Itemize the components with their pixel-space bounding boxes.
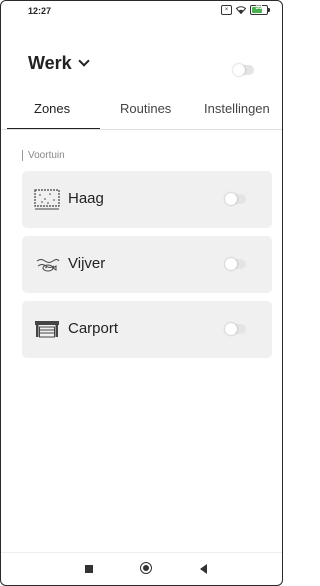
zone-card-haag[interactable]: Haag — [22, 171, 272, 228]
zone-name: Carport — [68, 320, 119, 337]
battery-icon: 33 — [250, 5, 270, 15]
location-toggle[interactable] — [233, 64, 254, 76]
wifi-icon — [236, 6, 246, 14]
chevron-down-icon — [78, 55, 90, 67]
zone-toggle[interactable] — [225, 258, 246, 270]
zone-name: Vijver — [68, 255, 106, 272]
zone-name: Haag — [68, 190, 104, 207]
back-icon[interactable] — [200, 564, 207, 574]
phone-screen: 12:27 × 33 Werk Zones Routines Instellin… — [0, 0, 283, 586]
zone-toggle[interactable] — [225, 193, 246, 205]
tab-routines[interactable]: Routines — [120, 101, 171, 116]
zone-card-carport[interactable]: Carport — [22, 301, 272, 358]
zone-card-vijver[interactable]: Vijver — [22, 236, 272, 293]
tab-zones[interactable]: Zones — [34, 101, 70, 116]
hedge-icon — [34, 189, 60, 210]
system-nav-bar — [1, 552, 282, 585]
page-title: Werk — [28, 53, 72, 73]
section-label: Voortuin — [22, 150, 65, 161]
system-icons: × 33 — [221, 5, 270, 15]
zone-toggle[interactable] — [225, 323, 246, 335]
status-time: 12:27 — [28, 6, 52, 16]
pond-icon — [36, 259, 60, 272]
divider — [1, 129, 282, 130]
recent-apps-icon[interactable] — [85, 565, 93, 573]
home-icon[interactable] — [140, 562, 152, 574]
carport-icon — [35, 321, 59, 338]
sim-icon: × — [221, 5, 232, 15]
tab-bar: Zones Routines Instellingen — [1, 97, 282, 130]
tab-instellingen[interactable]: Instellingen — [204, 101, 270, 116]
battery-level: 33 — [255, 5, 263, 11]
status-bar: 12:27 × 33 — [1, 1, 282, 23]
location-selector[interactable]: Werk — [28, 53, 90, 74]
